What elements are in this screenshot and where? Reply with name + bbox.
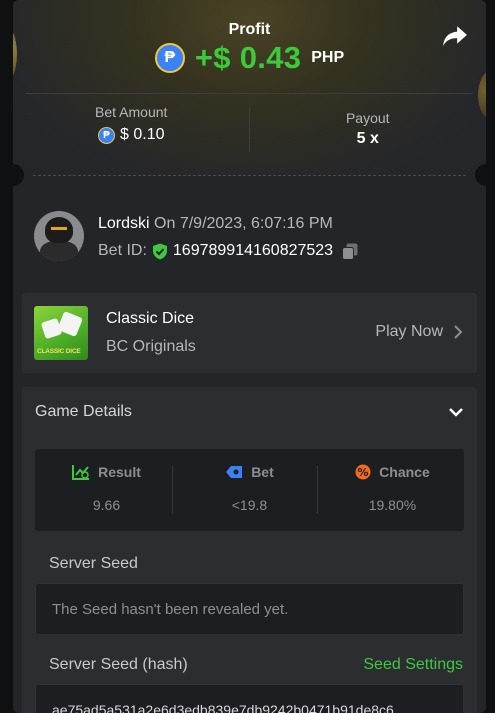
- stat-result-label: Result: [98, 464, 141, 480]
- stat-bet: Bet <19.8: [178, 449, 321, 531]
- server-seed-field[interactable]: The Seed hasn't been revealed yet.: [35, 583, 464, 635]
- bet-amount-value: $ 0.10: [120, 126, 165, 143]
- php-coin-icon: ₱: [154, 43, 185, 73]
- bet-detail-card: Profit ₱ +$ 0.43 PHP Bet Amount ₱ $ 0.10…: [13, 0, 486, 713]
- play-now-label: Play Now: [375, 323, 443, 340]
- server-seed-value: The Seed hasn't been revealed yet.: [52, 601, 289, 618]
- bet-user-info: Lordski On 7/9/2023, 6:07:16 PM Bet ID: …: [34, 211, 358, 261]
- chevron-right-icon: [454, 325, 463, 339]
- username[interactable]: Lordski: [98, 215, 150, 232]
- chance-icon: %: [355, 464, 371, 480]
- game-details-title: Game Details: [35, 403, 132, 420]
- bet-id-label: Bet ID:: [98, 242, 147, 259]
- game-provider: BC Originals: [106, 338, 196, 355]
- stat-bet-label: Bet: [251, 464, 274, 480]
- php-coin-icon: ₱: [98, 126, 115, 144]
- payout-label: Payout: [345, 110, 390, 126]
- game-details-panel: Game Details Result 9.66 Bet <19.8 % Cha…: [22, 387, 477, 713]
- payout-value: 5 x: [356, 130, 379, 147]
- profit-currency: PHP: [311, 49, 345, 66]
- stat-result: Result 9.66: [35, 449, 178, 531]
- stat-chance: % Chance 19.80%: [321, 449, 464, 531]
- stat-result-value: 9.66: [92, 497, 121, 513]
- server-seed-hash-field[interactable]: ae75ad5a531a2e6d3edb839e7db9242b0471b91d…: [35, 684, 464, 713]
- profit-header: Profit ₱ +$ 0.43 PHP Bet Amount ₱ $ 0.10…: [13, 0, 486, 176]
- profit-row: ₱ +$ 0.43 PHP: [13, 40, 486, 76]
- stat-chance-label: Chance: [379, 464, 430, 480]
- server-seed-hash-value: ae75ad5a531a2e6d3edb839e7db9242b0471b91d…: [52, 702, 394, 713]
- play-now-button[interactable]: Play Now: [375, 323, 463, 341]
- game-info: Classic Dice BC Originals: [106, 310, 196, 356]
- divider: [172, 466, 173, 514]
- seed-settings-link[interactable]: Seed Settings: [363, 656, 463, 674]
- server-seed-label: Server Seed: [49, 555, 138, 572]
- bet-id-row: Bet ID: 169789914160827523: [98, 242, 358, 260]
- bet-icon: [226, 466, 243, 478]
- game-thumbnail-text: CLASSIC DICE: [37, 348, 81, 355]
- game-link-row[interactable]: CLASSIC DICE Classic Dice BC Originals P…: [22, 293, 477, 373]
- chevron-down-icon[interactable]: [448, 407, 464, 417]
- profit-amount: +$ 0.43: [194, 40, 302, 75]
- stat-chance-value: 19.80%: [368, 497, 417, 513]
- profit-label: Profit: [228, 21, 271, 38]
- ticket-notch: [475, 164, 486, 186]
- ticket-divider: [33, 175, 466, 176]
- bet-amount-value-row: ₱ $ 0.10: [13, 126, 250, 144]
- verified-shield-icon: [152, 243, 167, 259]
- share-icon[interactable]: [442, 24, 468, 48]
- bet-id-value: 169789914160827523: [172, 242, 334, 259]
- avatar[interactable]: [34, 211, 84, 261]
- game-stats: Result 9.66 Bet <19.8 % Chance 19.80%: [35, 449, 464, 531]
- copy-icon[interactable]: [342, 243, 358, 260]
- bet-amount-section: Bet Amount ₱ $ 0.10: [13, 104, 250, 144]
- divider: [317, 466, 318, 514]
- divider: [26, 93, 473, 94]
- bet-date: On 7/9/2023, 6:07:16 PM: [154, 215, 333, 232]
- bet-amount-label: Bet Amount: [95, 104, 168, 120]
- game-details-toggle[interactable]: Game Details: [35, 401, 464, 423]
- game-thumbnail: CLASSIC DICE: [34, 306, 88, 360]
- result-icon: [72, 465, 90, 480]
- game-title: Classic Dice: [106, 310, 195, 327]
- server-seed-hash-label: Server Seed (hash): [49, 656, 188, 673]
- stat-bet-value: <19.8: [231, 497, 268, 513]
- user-line: Lordski On 7/9/2023, 6:07:16 PM: [98, 213, 358, 235]
- svg-text:%: %: [358, 466, 369, 479]
- payout-section: Payout 5 x: [250, 110, 487, 148]
